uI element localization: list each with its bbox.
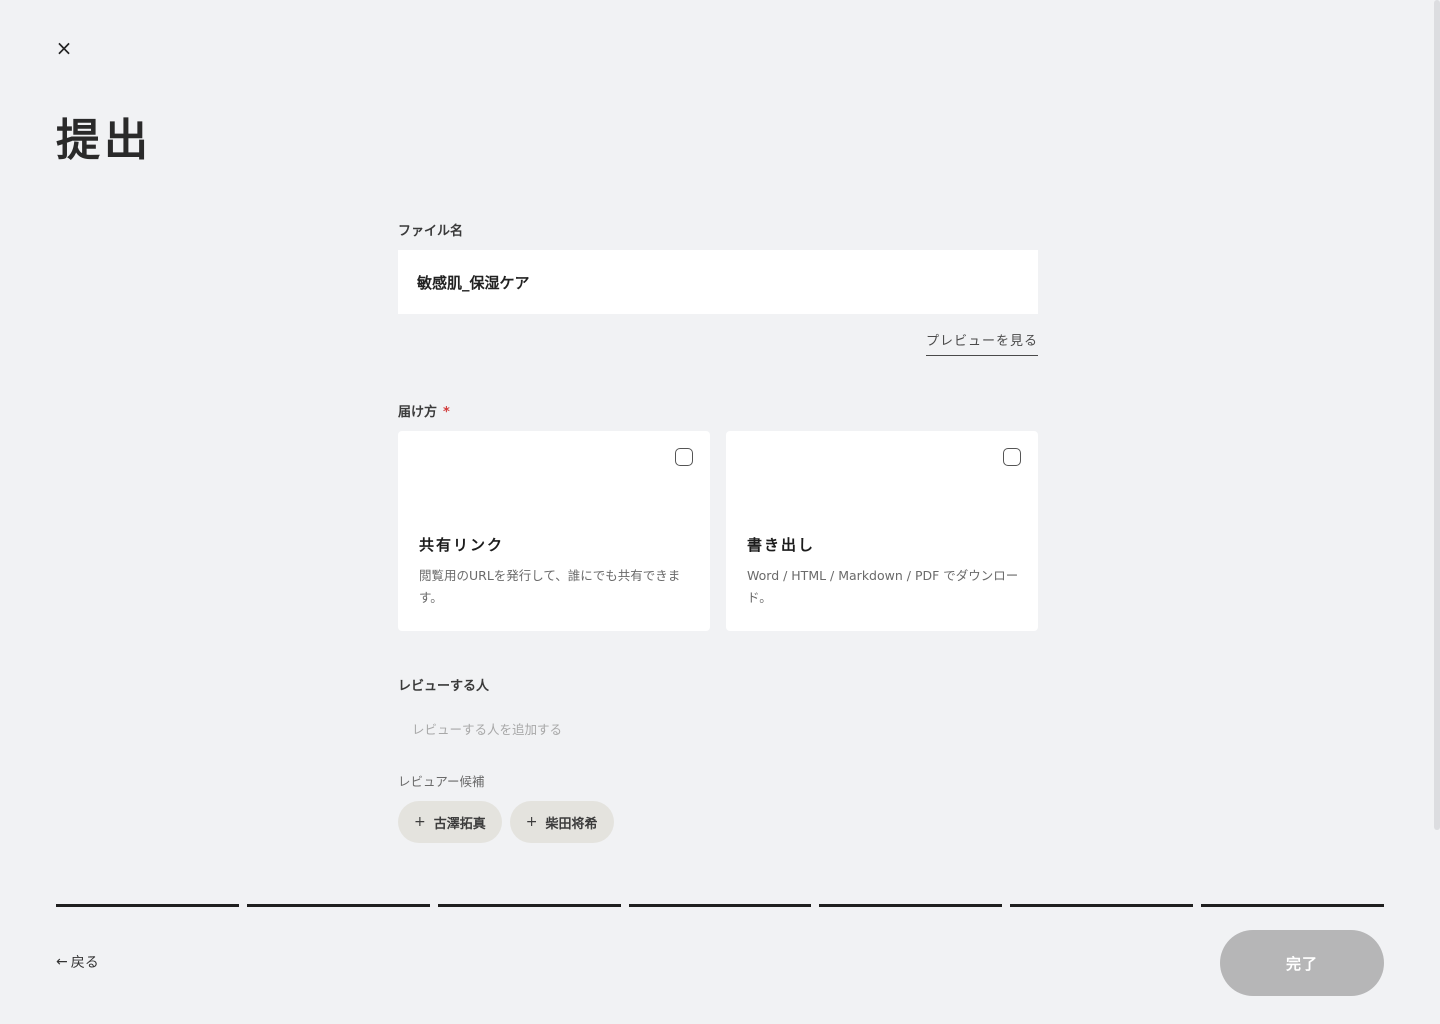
plus-icon: + — [414, 814, 426, 830]
checkbox-icon[interactable] — [675, 448, 693, 466]
preview-link[interactable]: プレビューを見る — [925, 330, 1038, 356]
option-title: 共有リンク — [419, 536, 505, 554]
reviewers-label: レビューする人 — [398, 679, 490, 694]
back-button[interactable]: ← 戻る — [56, 952, 99, 972]
page-title: 提出 — [56, 115, 152, 166]
option-title: 書き出し — [747, 536, 816, 554]
reviewer-name: 柴田将希 — [545, 816, 598, 832]
delivery-option-share-link[interactable]: 共有リンク 閲覧用のURLを発行して、誰にでも共有できます。 — [398, 431, 710, 631]
progress-step — [1010, 904, 1194, 907]
reviewer-chip-furusawa[interactable]: + 古澤拓真 — [398, 801, 502, 843]
delivery-label: 届け方 * — [398, 401, 450, 420]
reviewer-candidates-label: レビュアー候補 — [398, 774, 485, 789]
reviewer-chip-shibata[interactable]: + 柴田将希 — [509, 801, 614, 843]
plus-icon: + — [525, 814, 538, 830]
step-progress — [56, 904, 1385, 907]
option-description: Word / HTML / Markdown / PDF でダウンロード。 — [747, 568, 1019, 605]
close-icon[interactable]: × — [52, 36, 76, 60]
progress-step — [246, 904, 430, 907]
filename-label: ファイル名 — [398, 224, 464, 239]
checkbox-icon[interactable] — [1003, 448, 1021, 466]
progress-step — [1201, 904, 1385, 907]
arrow-left-icon: ← — [56, 954, 68, 970]
reviewer-search-input[interactable] — [398, 712, 1038, 746]
progress-step — [819, 904, 1003, 907]
progress-step — [437, 904, 621, 907]
back-label: 戻る — [70, 955, 99, 971]
done-button[interactable]: 完了 — [1220, 930, 1384, 996]
progress-step — [628, 904, 812, 907]
filename-input[interactable] — [398, 250, 1038, 314]
reviewer-name: 古澤拓真 — [433, 816, 486, 832]
progress-step — [56, 904, 239, 907]
option-description: 閲覧用のURLを発行して、誰にでも共有できます。 — [419, 568, 681, 605]
delivery-option-export[interactable]: 書き出し Word / HTML / Markdown / PDF でダウンロー… — [726, 431, 1038, 631]
scrollbar[interactable] — [1434, 0, 1440, 830]
reviewer-candidates: + 古澤拓真 + 柴田将希 — [398, 801, 614, 843]
required-mark: * — [443, 405, 450, 420]
delivery-label-text: 届け方 — [398, 405, 438, 420]
